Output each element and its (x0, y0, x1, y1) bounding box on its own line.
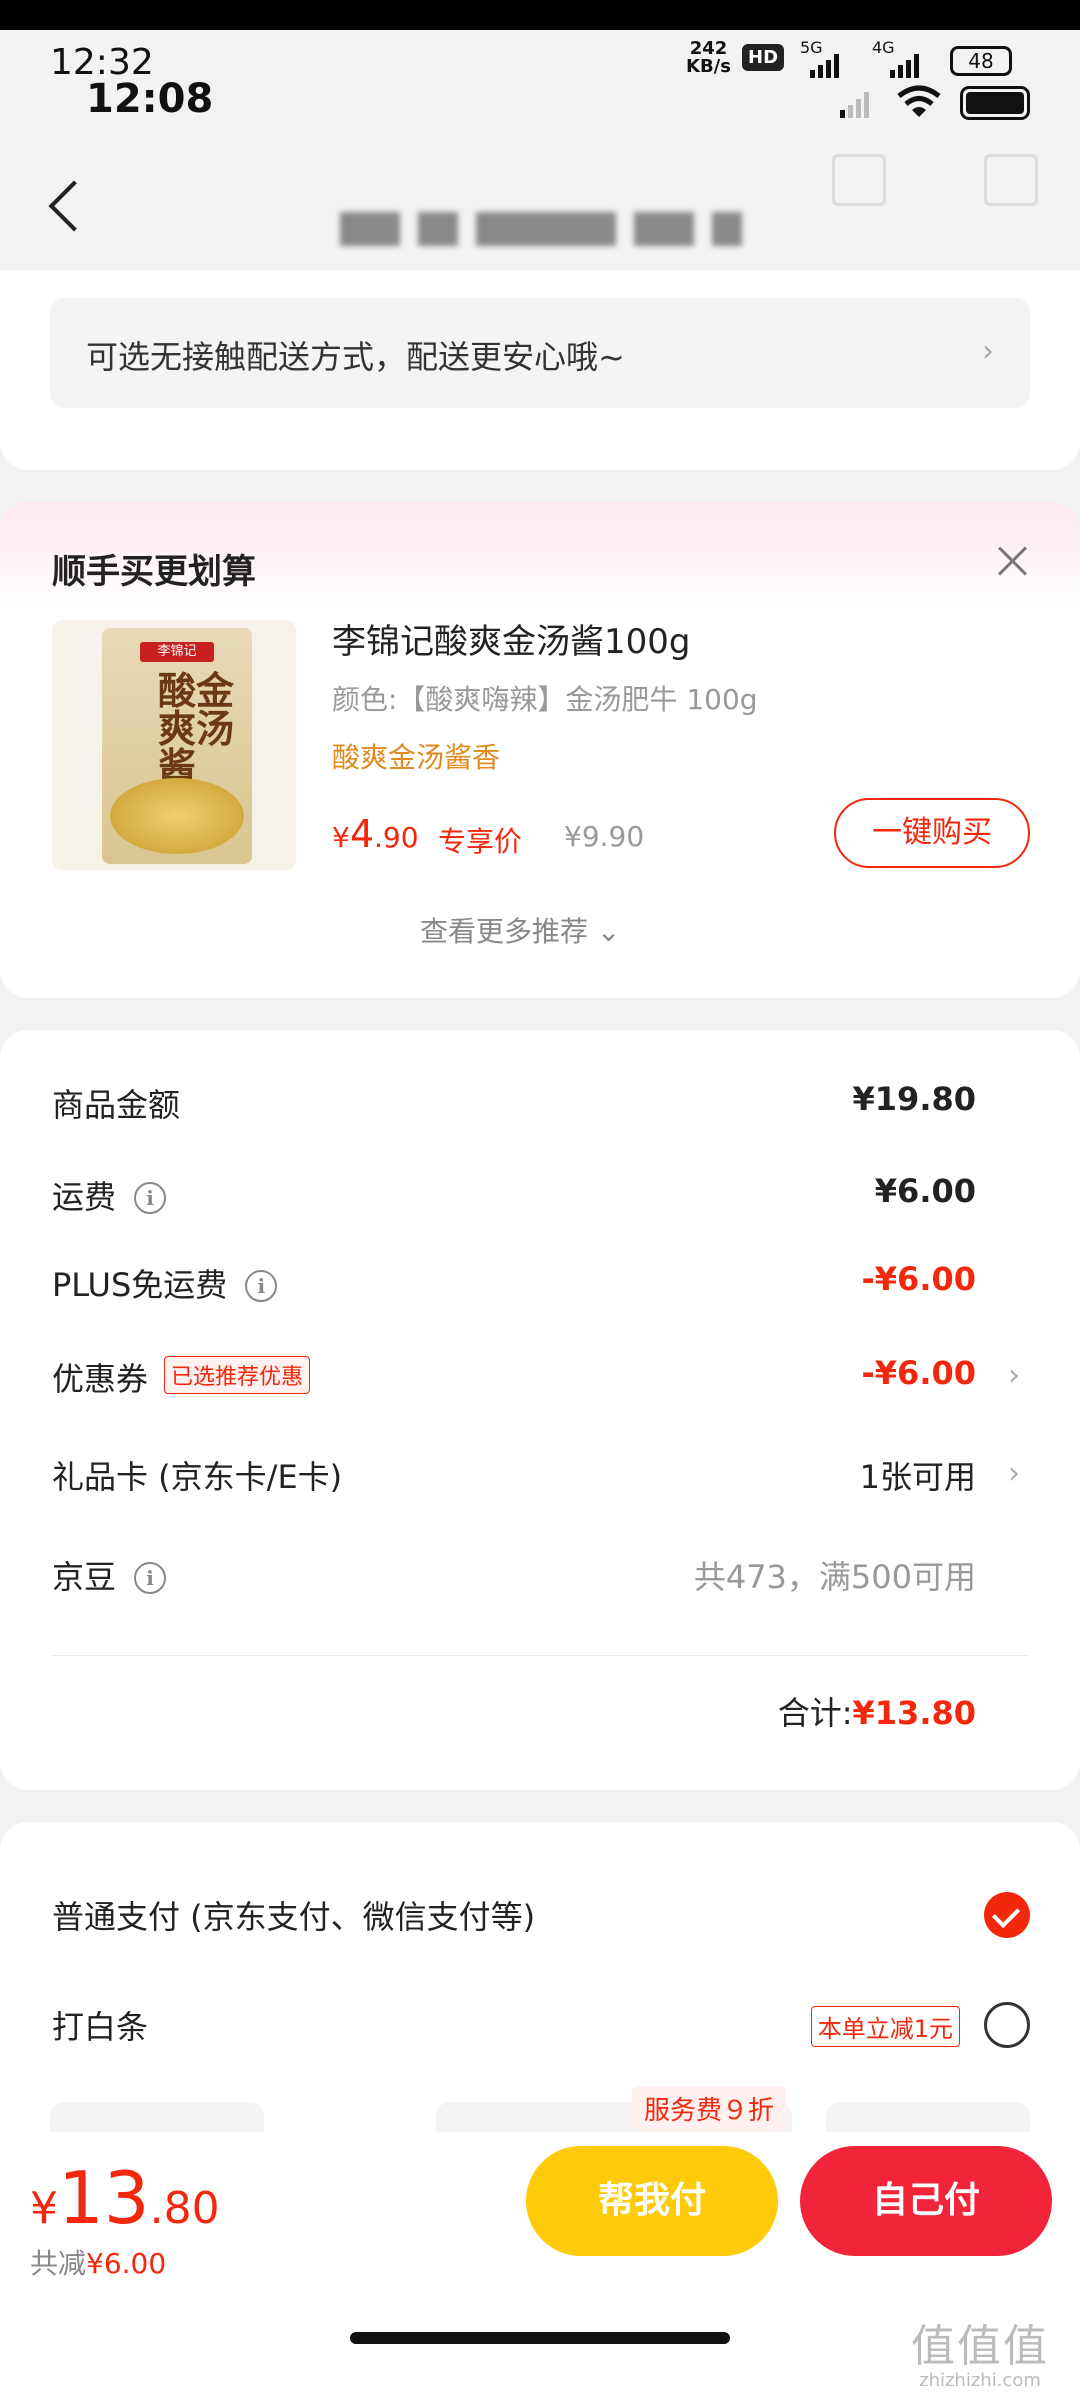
hd-badge: HD (742, 44, 785, 71)
product-price: ¥4.90 (332, 812, 419, 856)
summary-value: ¥19.80 (852, 1080, 976, 1118)
product-name[interactable]: 李锦记酸爽金汤酱100g (332, 614, 690, 663)
package-brand: 李锦记 (140, 642, 214, 662)
delivery-card: 可选无接触配送方式，配送更安心哦~ › (0, 270, 1080, 470)
summary-value: -¥6.00 (861, 1260, 977, 1298)
chevron-right-icon: › (1008, 1456, 1020, 1491)
product-spec: 颜色:【酸爽嗨辣】金汤肥牛 100g (332, 683, 758, 716)
back-icon[interactable] (48, 180, 100, 232)
summary-value: 1张可用 (859, 1458, 976, 1496)
info-icon[interactable]: i (245, 1270, 278, 1302)
signal-icon (840, 92, 869, 118)
pay-option-label: 打白条 (52, 2008, 149, 2046)
order-total: 合计:¥13.80 (778, 1688, 976, 1734)
one-click-buy-button[interactable]: 一键购买 (834, 798, 1030, 868)
order-summary-card: 商品金额 ¥19.80 运费 i ¥6.00 PLUS免运费 i -¥6.00 优惠… (0, 1030, 1080, 1790)
wifi-icon (897, 85, 941, 117)
signal-4g-icon (890, 54, 919, 78)
share-icon[interactable] (984, 154, 1038, 206)
shipping-label: 运费 (52, 1178, 117, 1216)
status-time-secondary: 12:08 (86, 76, 214, 122)
product-package: 李锦记 酸金爽汤酱 (102, 628, 252, 864)
pay-myself-button[interactable]: 自己付 (800, 2146, 1052, 2256)
summary-row-shipping: 运费 i ¥6.00 (0, 1164, 1080, 1224)
total-value: ¥13.80 (852, 1694, 976, 1732)
total-label: 合计: (777, 1694, 853, 1732)
summary-label: 运费 i (52, 1172, 167, 1218)
summary-row-goods: 商品金额 ¥19.80 (0, 1072, 1080, 1132)
help-me-pay-button[interactable]: 帮我付 (526, 2146, 778, 2256)
summary-row-plus: PLUS免运费 i -¥6.00 (0, 1252, 1080, 1312)
bottom-price: ¥13.80 (30, 2156, 220, 2240)
page-header (0, 128, 1080, 278)
service-fee-badge: 服务费９折 (632, 2086, 787, 2131)
baitiao-discount-badge: 本单立减1元 (810, 2006, 960, 2047)
summary-value: ¥6.00 (874, 1172, 976, 1210)
saved-value: ¥6.00 (86, 2247, 167, 2280)
signal-5g-icon (810, 54, 839, 78)
pay-option-normal[interactable]: 普通支付 (京东支付、微信支付等) (0, 1882, 1080, 1942)
coupon-label: 优惠券 (52, 1360, 149, 1398)
close-icon[interactable] (994, 542, 1032, 580)
watermark-logo: 值值值 (911, 2321, 1049, 2372)
delivery-notice-text: 可选无接触配送方式，配送更安心哦~ (86, 338, 625, 376)
summary-label: 商品金额 (52, 1086, 181, 1124)
battery-full-icon (960, 86, 1030, 120)
pay-option-label: 普通支付 (京东支付、微信支付等) (52, 1898, 536, 1936)
bottom-price-symbol: ¥ (30, 2183, 58, 2234)
saved-label: 共减 (30, 2247, 87, 2280)
summary-row-jingdou: 京豆 i 共473，满500可用 (0, 1544, 1080, 1604)
home-indicator[interactable] (350, 2332, 730, 2344)
top-edge (0, 0, 1080, 30)
radio-icon[interactable] (984, 2002, 1030, 2048)
summary-label: 礼品卡 (京东卡/E卡) (52, 1458, 343, 1496)
info-icon[interactable]: i (134, 1562, 167, 1594)
checked-icon[interactable] (984, 1892, 1030, 1938)
net-speed: 242 KB/s (686, 40, 731, 76)
pay-option-baitiao[interactable]: 打白条 本单立减1元 (0, 1992, 1080, 2052)
summary-row-coupon[interactable]: 优惠券 已选推荐优惠 -¥6.00 › (0, 1346, 1080, 1406)
watermark: 值值值 zhizhizhi.com (890, 2321, 1070, 2392)
price-dec: .90 (374, 821, 419, 854)
chevron-right-icon: › (982, 334, 994, 369)
status-bar: 12:32 12:08 242 KB/s HD 5G 4G 48 (0, 30, 1080, 128)
divider (52, 1655, 1028, 1656)
product-image[interactable]: 李锦记 酸金爽汤酱 (52, 620, 296, 870)
delivery-notice[interactable]: 可选无接触配送方式，配送更安心哦~ › (50, 298, 1030, 408)
bottom-price-int: 13 (58, 2156, 150, 2240)
download-icon[interactable] (832, 154, 886, 206)
page-title-blurred (340, 206, 760, 252)
bottom-price-dec: .80 (149, 2183, 220, 2234)
jingdou-label: 京豆 (52, 1558, 117, 1596)
summary-value: 共473，满500可用 (693, 1558, 976, 1596)
bottom-saved: 共减¥6.00 (30, 2242, 166, 2282)
plus-label: PLUS免运费 (52, 1266, 228, 1304)
recommend-title: 顺手买更划算 (52, 552, 256, 592)
coupon-badge: 已选推荐优惠 (164, 1356, 311, 1394)
summary-row-giftcard[interactable]: 礼品卡 (京东卡/E卡) 1张可用 › (0, 1444, 1080, 1504)
product-tag: 酸爽金汤酱香 (332, 741, 501, 774)
summary-value: -¥6.00 (861, 1354, 977, 1392)
battery-icon: 48 (950, 46, 1012, 76)
price-symbol: ¥ (332, 821, 350, 854)
info-icon[interactable]: i (134, 1182, 167, 1214)
package-bowl-illustration (110, 778, 244, 854)
watermark-url: zhizhizhi.com (919, 2370, 1041, 2391)
original-price: ¥9.90 (564, 820, 645, 853)
more-recommendations-link[interactable]: 查看更多推荐 ⌄ (420, 910, 620, 950)
summary-label: 优惠券 已选推荐优惠 (52, 1354, 311, 1400)
chevron-right-icon: › (1008, 1358, 1020, 1393)
recommend-card: 顺手买更划算 李锦记 酸金爽汤酱 李锦记酸爽金汤酱100g 颜色:【酸爽嗨辣】金… (0, 502, 1080, 998)
net-speed-unit: KB/s (686, 56, 731, 77)
price-int: 4 (349, 812, 375, 856)
price-label: 专享价 (438, 825, 523, 858)
package-name: 酸金爽汤酱 (158, 668, 235, 789)
summary-label: PLUS免运费 i (52, 1260, 278, 1306)
summary-label: 京豆 i (52, 1552, 167, 1598)
